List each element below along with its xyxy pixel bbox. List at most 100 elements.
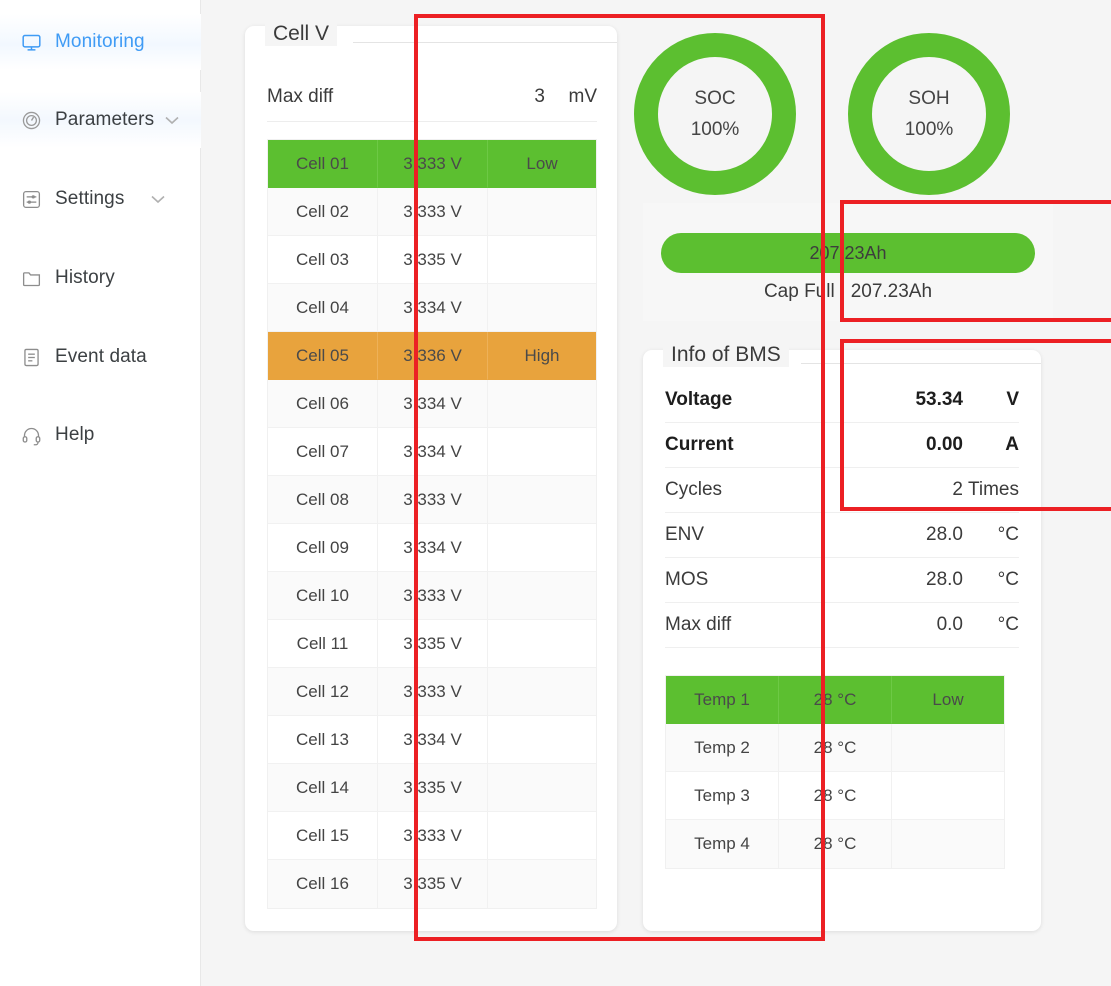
bms-info-unit: °C [963, 614, 1019, 636]
folder-icon [20, 267, 42, 289]
cell-max-diff-unit: mV [545, 86, 597, 108]
temp-name: Temp 4 [666, 820, 779, 868]
cell-voltage: 3.333 V [378, 668, 488, 716]
sidebar-item-help[interactable]: Help [0, 407, 201, 463]
cell-table-row: Cell 123.333 V [268, 668, 596, 716]
cell-voltage: 3.334 V [378, 716, 488, 764]
bms-info-value: 28.0 [926, 569, 963, 591]
monitor-icon [20, 31, 42, 53]
cell-voltage: 3.334 V [378, 380, 488, 428]
cell-table-row: Cell 163.335 V [268, 860, 596, 908]
sidebar-item-label: Help [55, 424, 94, 446]
cell-voltage: 3.335 V [378, 620, 488, 668]
cell-table-row: Cell 103.333 V [268, 572, 596, 620]
sidebar-item-parameters[interactable]: Parameters [0, 92, 201, 148]
soh-gauge-value: 100% [905, 119, 954, 141]
cell-voltage: 3.334 V [378, 428, 488, 476]
cell-status [488, 860, 596, 908]
headset-icon [20, 424, 42, 446]
cell-voltage: 3.334 V [378, 284, 488, 332]
cell-status [488, 476, 596, 524]
temp-value: 28 °C [779, 820, 892, 868]
cell-status [488, 284, 596, 332]
cell-name: Cell 15 [268, 812, 378, 860]
cell-table-row: Cell 083.333 V [268, 476, 596, 524]
bms-info-label: Cycles [665, 479, 722, 501]
sidebar-item-label: Event data [55, 346, 147, 368]
sidebar-item-history[interactable]: History [0, 250, 201, 306]
sidebar-item-label: Parameters [55, 109, 154, 131]
capacity-panel: 207.23Ah Cap Full 207.23Ah [643, 203, 1053, 321]
bms-info-label: Voltage [665, 389, 732, 411]
cell-table-row: Cell 153.333 V [268, 812, 596, 860]
capacity-bar-value: 207.23Ah [809, 243, 886, 264]
cell-name: Cell 02 [268, 188, 378, 236]
chevron-down-icon[interactable] [165, 114, 179, 127]
bms-info-row: Voltage53.34V [665, 378, 1019, 423]
temp-table-row: Temp 328 °C [666, 772, 1004, 820]
cell-status [488, 380, 596, 428]
main-content: Cell V Max diff 3 mV Cell 013.333 VLowCe… [201, 0, 1111, 986]
bms-info-row: Cycles2Times [665, 468, 1019, 513]
cell-voltage: 3.333 V [378, 188, 488, 236]
soh-gauge-label: SOH [908, 88, 949, 110]
capacity-full-label: Cap Full [764, 281, 835, 303]
cell-status: High [488, 332, 596, 380]
sidebar-item-settings[interactable]: Settings [0, 171, 201, 227]
cell-voltage: 3.335 V [378, 860, 488, 908]
bms-info-unit: °C [963, 569, 1019, 591]
bms-info-value: 0.0 [937, 614, 963, 636]
temp-name: Temp 3 [666, 772, 779, 820]
cell-table-row: Cell 133.334 V [268, 716, 596, 764]
cell-name: Cell 12 [268, 668, 378, 716]
cell-name: Cell 06 [268, 380, 378, 428]
sidebar-item-label: Settings [55, 188, 124, 210]
cell-voltage: 3.334 V [378, 524, 488, 572]
cell-name: Cell 14 [268, 764, 378, 812]
cell-status [488, 716, 596, 764]
cell-voltage: 3.335 V [378, 236, 488, 284]
bms-info-label: ENV [665, 524, 704, 546]
bms-info-value: 53.34 [915, 389, 963, 411]
cell-status [488, 524, 596, 572]
cell-status [488, 572, 596, 620]
cell-name: Cell 09 [268, 524, 378, 572]
cell-table-row: Cell 053.336 VHigh [268, 332, 596, 380]
sidebar-item-event-data[interactable]: Event data [0, 329, 201, 385]
cell-table-row: Cell 023.333 V [268, 188, 596, 236]
sidebar-item-monitoring[interactable]: Monitoring [0, 14, 201, 70]
bms-info-row: ENV28.0°C [665, 513, 1019, 558]
soc-gauge-label: SOC [694, 88, 735, 110]
sidebar-item-label: History [55, 267, 115, 289]
temp-value: 28 °C [779, 676, 892, 724]
temp-status [892, 772, 1004, 820]
cell-name: Cell 05 [268, 332, 378, 380]
cell-table-row: Cell 013.333 VLow [268, 140, 596, 188]
cell-name: Cell 03 [268, 236, 378, 284]
cell-status [488, 428, 596, 476]
cell-status [488, 668, 596, 716]
cell-table-row: Cell 043.334 V [268, 284, 596, 332]
cell-table-row: Cell 143.335 V [268, 764, 596, 812]
cell-voltage: 3.333 V [378, 572, 488, 620]
temp-status [892, 820, 1004, 868]
gauge-group: SOC 100% SOH 100% [615, 18, 1069, 213]
bms-panel-title: Info of BMS [663, 343, 789, 367]
temp-value: 28 °C [779, 772, 892, 820]
cell-name: Cell 11 [268, 620, 378, 668]
bms-info-label: MOS [665, 569, 708, 591]
capacity-full-value: 207.23Ah [851, 281, 932, 303]
gauge-icon [20, 109, 42, 131]
temp-value: 28 °C [779, 724, 892, 772]
cell-voltage: 3.335 V [378, 764, 488, 812]
sliders-icon [20, 188, 42, 210]
soc-gauge-value: 100% [691, 119, 740, 141]
bms-info-value: 2 [952, 479, 963, 501]
cell-voltage: 3.333 V [378, 812, 488, 860]
chevron-down-icon[interactable] [151, 193, 165, 206]
cell-name: Cell 01 [268, 140, 378, 188]
bms-info-row: MOS 28.0°C [665, 558, 1019, 603]
cell-status [488, 236, 596, 284]
cell-max-diff-label: Max diff [267, 86, 333, 108]
cell-max-diff-row: Max diff 3 mV [267, 72, 597, 122]
